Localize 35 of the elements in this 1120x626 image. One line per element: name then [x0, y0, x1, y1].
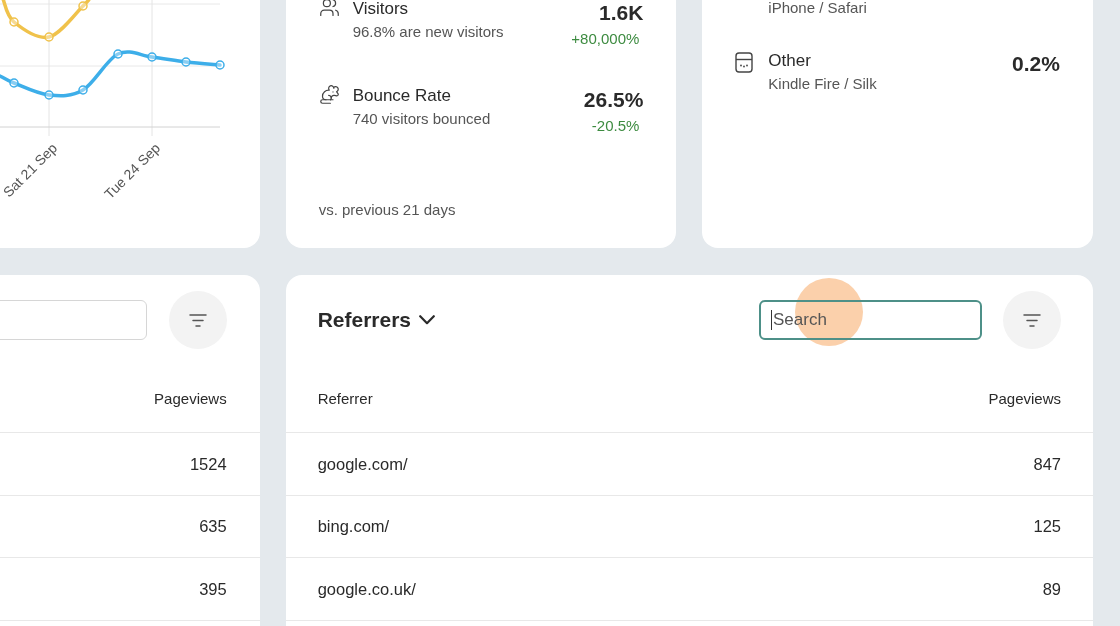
metric-value: 1.6K: [598, 0, 644, 26]
table-cell-text: google.co.uk/: [317, 579, 416, 601]
device-detail: iPhone / Safari: [768, 0, 868, 18]
device-share: 0.2%: [1012, 51, 1060, 77]
axis-label: Sat 21 Sep: [0, 139, 60, 201]
metric-title: Visitors: [352, 0, 410, 20]
metric-change: -20.5%: [591, 116, 640, 136]
metric-title: Bounce Rate: [352, 85, 452, 107]
table-cell-text: 635: [199, 516, 227, 538]
table-cell-text: 395: [199, 579, 227, 601]
table-cell-text: 847: [1033, 453, 1061, 475]
metric-detail: 96.8% are new visitors: [352, 22, 505, 42]
filter-icon: [188, 313, 207, 327]
device-icon: [735, 52, 754, 73]
column-header: Pageviews: [154, 389, 227, 409]
table-cell-text: bing.com/: [317, 516, 390, 538]
metric-detail: 740 visitors bounced: [352, 109, 492, 129]
device-name: Other: [768, 50, 812, 72]
metric-value: 26.5%: [583, 87, 644, 113]
rat-icon: [318, 84, 340, 105]
table-cell-text: google.com/: [317, 453, 408, 475]
table-cell-text: 89: [1042, 579, 1061, 601]
chevron-down-icon: [419, 315, 436, 325]
metric-change: +80,000%: [571, 29, 640, 49]
comparison-note: vs. previous 21 days: [318, 200, 457, 220]
table-cell-text: 125: [1033, 516, 1061, 538]
column-header: Pageviews: [988, 389, 1061, 409]
column-header: Referrer: [317, 389, 373, 409]
section-dropdown[interactable]: Referrers: [317, 307, 436, 333]
table-cell-text: 1524: [189, 453, 227, 475]
device-detail: Kindle Fire / Silk: [768, 74, 878, 94]
filter-icon: [1023, 313, 1041, 327]
axis-label: Tue 24 Sep: [100, 139, 163, 202]
search-field[interactable]: Search: [759, 300, 982, 340]
users-icon: [318, 0, 340, 18]
